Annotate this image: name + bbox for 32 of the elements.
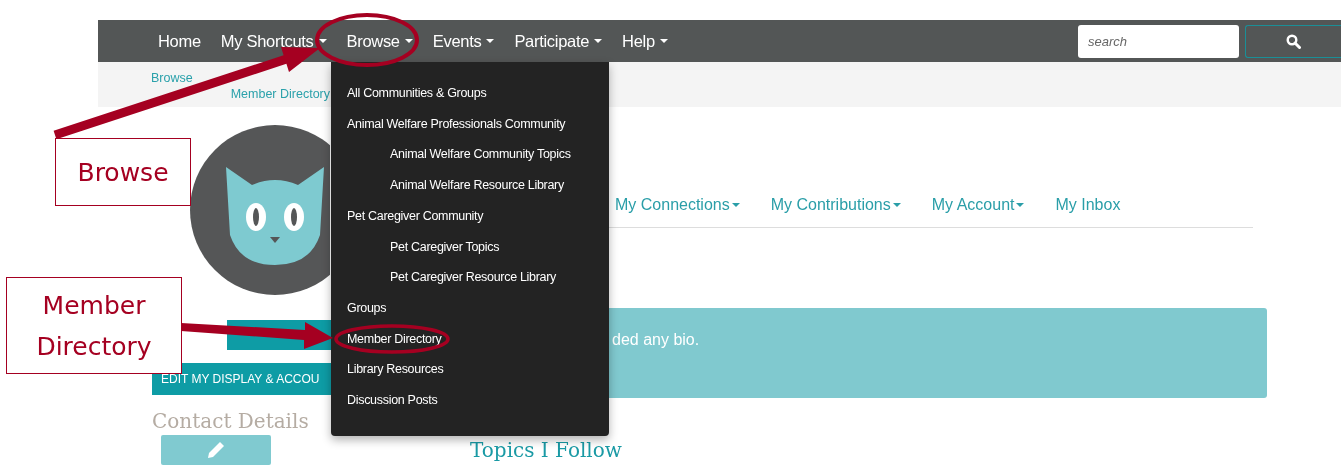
pencil-icon [206,440,226,460]
search-field[interactable]: search [1078,24,1239,58]
caret-icon [594,39,603,43]
section-heading: Contact Details [152,408,309,434]
caret-icon [404,39,413,43]
nav-link[interactable]: Participate [504,31,613,51]
menu-item[interactable]: Pet Caregiver Resource Library [331,262,557,293]
nav-link[interactable]: Events [422,31,505,51]
menu-item[interactable]: Member Directory [331,323,442,355]
caret-icon [318,39,327,43]
caret-icon [486,39,495,43]
menu-item[interactable]: Animal Welfare Resource Library [331,170,564,201]
caret-icon [659,39,668,43]
search-button[interactable] [1245,24,1341,58]
nav-link[interactable]: Home [148,31,211,51]
nav-link[interactable]: Help [612,31,678,51]
nav-link[interactable]: Browse [336,31,423,51]
callout-text: Browse [77,156,169,189]
menu-item[interactable]: Pet Caregiver Topics [331,231,500,263]
callout-text: Member Directory [35,289,153,363]
menu-item[interactable]: Animal Welfare Professionals Community [331,108,566,140]
caret-icon [731,203,740,207]
search-icon [1286,33,1301,49]
menu-item[interactable]: All Communities & Groups [331,78,487,109]
nav-link[interactable]: My Shortcuts [210,31,337,51]
notice-text: ded any bio. [612,331,700,348]
caret-icon [892,203,901,207]
menu-item[interactable]: Animal Welfare Community Topics [331,139,571,171]
section-heading: Topics I Follow [470,438,622,462]
menu-item[interactable]: Groups [331,292,387,324]
caret-icon [1016,203,1025,207]
menu-item[interactable]: Pet Caregiver Community [331,200,484,232]
